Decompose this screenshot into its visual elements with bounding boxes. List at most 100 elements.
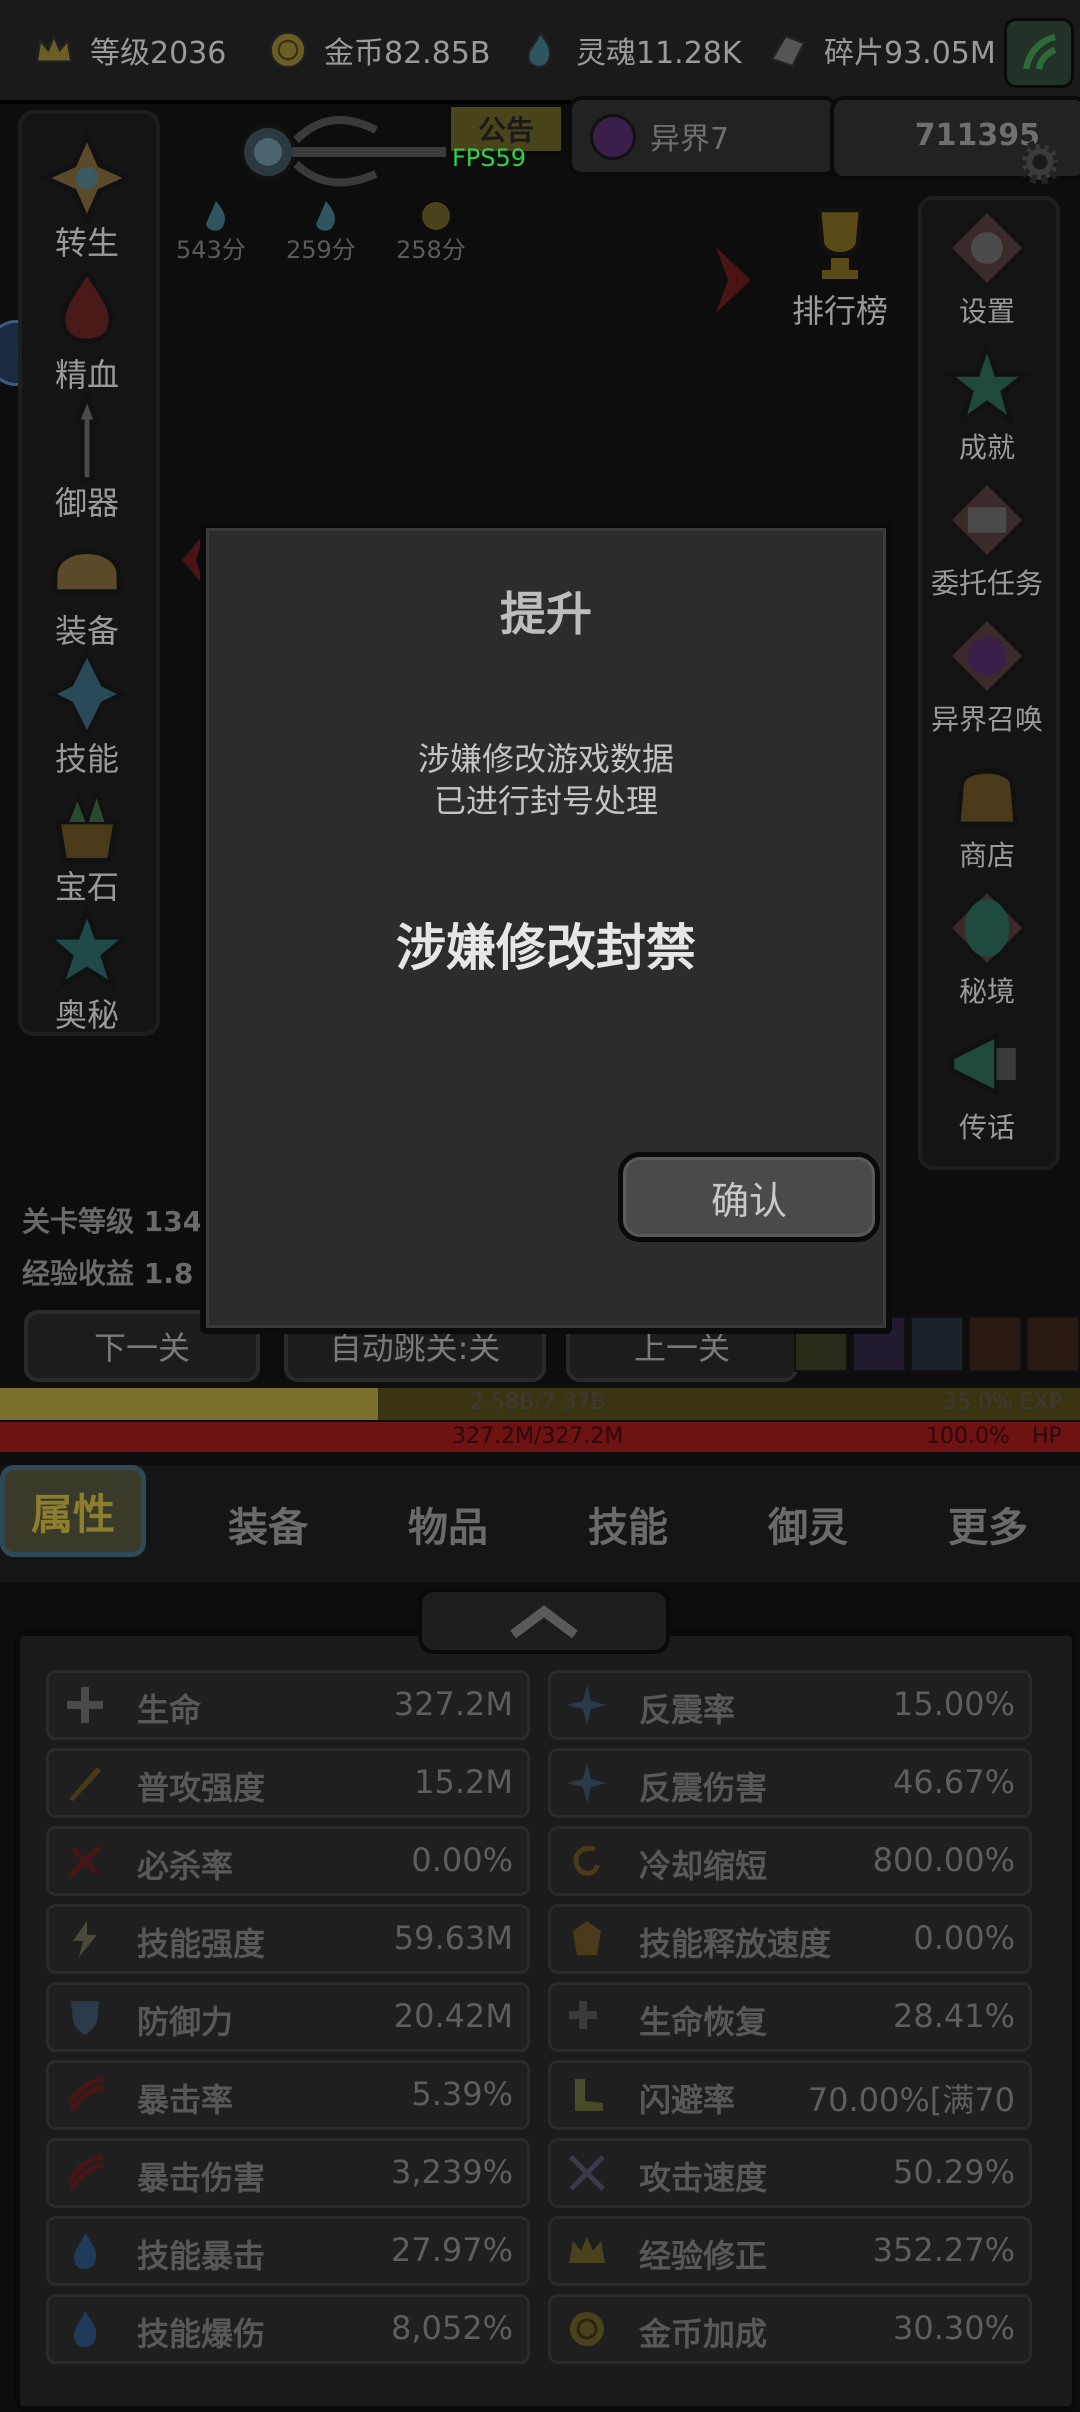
stat-row[interactable]: 技能释放速度 0.00% — [548, 1904, 1032, 1974]
bottom-tab-bar: 属性 装备 物品 技能 御灵 更多 — [0, 1465, 1080, 1583]
stat-row[interactable]: 必杀率 0.00% — [46, 1826, 530, 1896]
stat-value: 352.27% — [872, 2231, 1015, 2269]
stat-value: 5.39% — [411, 2075, 513, 2113]
stat-row[interactable]: 反震伤害 46.67% — [548, 1748, 1032, 1818]
resource-level: 等级2036 — [28, 22, 226, 78]
leaderboard-button[interactable]: 排行榜 — [780, 198, 900, 338]
stat-name: 金币加成 — [639, 2315, 768, 2353]
menu-announce[interactable]: 传话 — [922, 1016, 1052, 1146]
tab-attributes[interactable]: 属性 — [0, 1465, 146, 1557]
menu-settings[interactable]: 设置 — [922, 200, 1052, 330]
tab-skills[interactable]: 技能 — [588, 1495, 668, 1553]
stat-row[interactable]: 生命恢复 28.41% — [548, 1982, 1032, 2052]
megaphone-icon — [949, 1031, 1016, 1097]
stat-name: 经验修正 — [639, 2237, 768, 2275]
stat-row[interactable]: 暴击率 5.39% — [46, 2060, 530, 2130]
menu-secret-realm[interactable]: 秘境 — [922, 880, 1052, 1010]
stat-row[interactable]: 生命 327.2M — [46, 1670, 530, 1740]
dialog-message-line2: 已进行封号处理 — [433, 782, 658, 820]
menu-skills[interactable]: 技能 — [22, 646, 152, 780]
stat-name: 技能暴击 — [137, 2237, 266, 2275]
realm-panel[interactable]: 异界7 — [568, 96, 838, 176]
tab-equipment[interactable]: 装备 — [228, 1495, 308, 1553]
stat-row[interactable]: 闪避率 70.00%[满70 — [548, 2060, 1032, 2130]
stat-value: 27.97% — [390, 2231, 513, 2269]
stat-name: 普攻强度 — [137, 1769, 266, 1807]
stat-row[interactable]: 技能暴击 27.97% — [46, 2216, 530, 2286]
stat-value: 20.42M — [393, 1997, 513, 2035]
stat-value: 327.2M — [393, 1685, 513, 1723]
signal-icon — [1023, 33, 1057, 70]
menu-secret-realm-label: 秘境 — [958, 975, 1015, 1008]
hp-bar-text: 327.2M/327.2M — [452, 1424, 624, 1449]
hp-bar-percent: 100.0% — [926, 1424, 1010, 1449]
shard-text: 碎片93.05M — [824, 36, 996, 71]
settings-gear-button[interactable] — [1010, 132, 1070, 192]
stat-value: 15.2M — [414, 1763, 513, 1801]
exp-bar-fill — [0, 1388, 378, 1420]
cross-icon — [63, 1683, 107, 1727]
stat-row[interactable]: 冷却缩短 800.00% — [548, 1826, 1032, 1896]
stat-row[interactable]: 经验修正 352.27% — [548, 2216, 1032, 2286]
crown-icon — [565, 2229, 609, 2273]
shard-icon — [762, 24, 814, 76]
claw-icon — [63, 2073, 107, 2117]
tab-items[interactable]: 物品 — [408, 1495, 488, 1553]
gold-crest-icon — [565, 1917, 609, 1961]
stat-row[interactable]: 暴击伤害 3,239% — [46, 2138, 530, 2208]
menu-gems[interactable]: 宝石 — [22, 774, 152, 908]
dialog-message-line1: 涉嫌修改游戏数据 — [417, 740, 674, 778]
holy-cross-icon — [39, 130, 135, 226]
confirm-button[interactable]: 确认 — [618, 1152, 880, 1242]
timer-1-text: 543分 — [176, 236, 246, 264]
weapon-emblem[interactable] — [236, 100, 456, 200]
menu-rebirth[interactable]: 转生 — [22, 130, 152, 264]
stat-row[interactable]: 金币加成 30.30% — [548, 2294, 1032, 2364]
stat-row[interactable]: 攻击速度 50.29% — [548, 2138, 1032, 2208]
soul-text: 灵魂11.28K — [576, 36, 742, 71]
collapse-button[interactable] — [418, 1588, 670, 1654]
resource-bar: 等级2036 金币82.85B 灵魂11.28K 碎片93.05M — [0, 0, 1080, 104]
buff-claw-icon — [1026, 1316, 1080, 1372]
stat-row[interactable]: 技能爆伤 8,052% — [46, 2294, 530, 2364]
boot-icon — [565, 2073, 609, 2117]
regen-icon — [565, 1995, 609, 2039]
blue-flame-icon — [63, 2307, 107, 2351]
menu-commissions[interactable]: 委托任务 — [922, 472, 1052, 602]
menu-arcana-label: 奥秘 — [54, 996, 119, 1034]
menu-commissions-label: 委托任务 — [930, 567, 1043, 600]
stat-row[interactable]: 反震率 15.00% — [548, 1670, 1032, 1740]
menu-blood-essence[interactable]: 精血 — [22, 262, 152, 396]
chevron-right-icon[interactable] — [708, 240, 758, 320]
stat-value: 3,239% — [390, 2153, 513, 2191]
menu-artifact[interactable]: 御器 — [22, 390, 152, 524]
stat-row[interactable]: 普攻强度 15.2M — [46, 1748, 530, 1818]
timer-2-text: 259分 — [286, 236, 356, 264]
menu-shop[interactable]: 商店 — [922, 744, 1052, 874]
exp-bar-percent: 35.0% EXP — [942, 1390, 1062, 1415]
realm-text: 异界7 — [650, 122, 730, 157]
network-signal-button[interactable] — [1004, 18, 1074, 88]
stat-name: 生命 — [137, 1691, 202, 1729]
helmet-icon — [52, 549, 122, 594]
menu-otherworld-summon[interactable]: 异界召唤 — [922, 608, 1052, 738]
stat-name: 攻击速度 — [639, 2159, 768, 2197]
lightning-icon — [63, 1917, 107, 1961]
sword-strike-icon — [63, 1761, 107, 1805]
tab-spirits[interactable]: 御灵 — [768, 1495, 848, 1553]
menu-arcana[interactable]: 奥秘 — [22, 902, 152, 1036]
stat-name: 闪避率 — [639, 2081, 736, 2119]
menu-achievements[interactable]: 成就 — [922, 336, 1052, 466]
stat-name: 反震伤害 — [639, 1769, 768, 1807]
tab-more[interactable]: 更多 — [948, 1495, 1028, 1553]
gem-bag-icon — [55, 788, 119, 863]
stat-row[interactable]: 技能强度 59.63M — [46, 1904, 530, 1974]
stat-value: 15.00% — [892, 1685, 1015, 1723]
portal-icon — [590, 114, 636, 160]
stat-row[interactable]: 防御力 20.42M — [46, 1982, 530, 2052]
stat-value: 28.41% — [892, 1997, 1015, 2035]
menu-equipment[interactable]: 装备 — [22, 518, 152, 652]
gold-coin-icon — [565, 2307, 609, 2351]
gear-icon — [1017, 139, 1063, 185]
menu-otherworld-summon-label: 异界召唤 — [930, 703, 1043, 736]
